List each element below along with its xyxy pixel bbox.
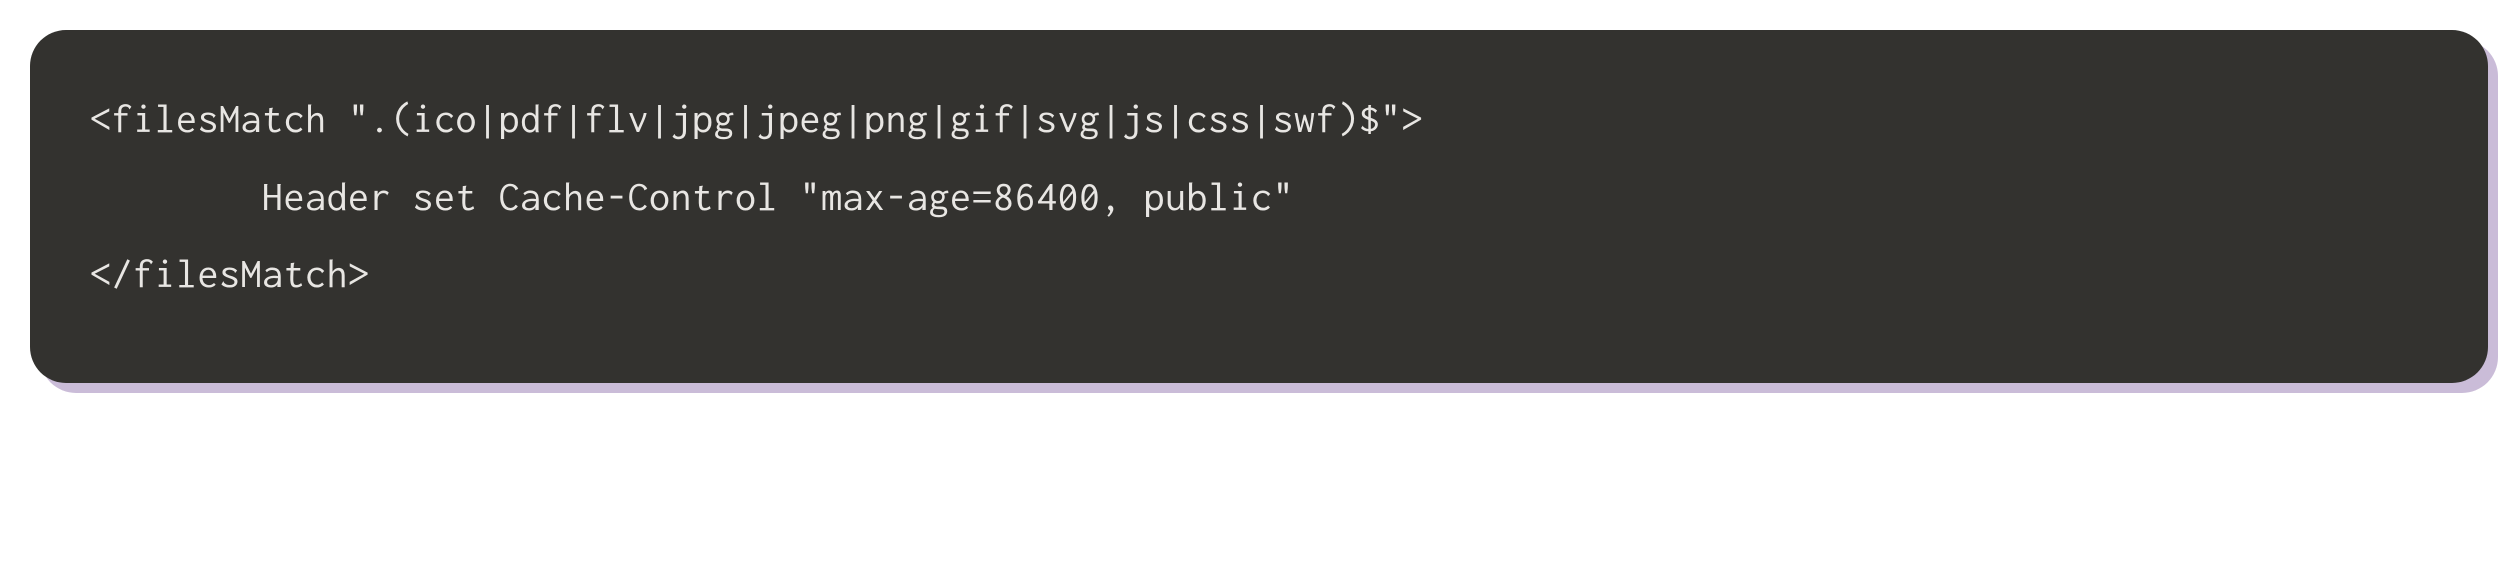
code-block: <filesMatch ".(ico|pdf|flv|jpg|jpeg|png|… <box>30 30 2488 383</box>
code-line-2: Header set Cache-Control "max-age=86400,… <box>90 158 2428 236</box>
code-line-3: </filesMatch> <box>90 235 2428 313</box>
code-line-1: <filesMatch ".(ico|pdf|flv|jpg|jpeg|png|… <box>90 80 2428 158</box>
